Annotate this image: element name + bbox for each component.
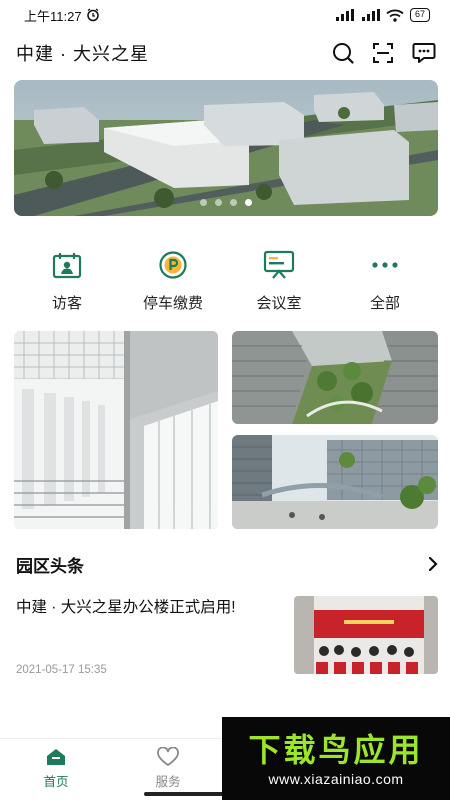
carousel-dot[interactable]	[200, 199, 207, 206]
quick-menu-parking[interactable]: 停车缴费	[120, 248, 226, 318]
status-bar: 上午11:27 67	[0, 0, 450, 30]
banner-carousel[interactable]	[14, 80, 438, 216]
news-section-title: 园区头条	[16, 556, 84, 576]
nav-service[interactable]: 服务	[112, 739, 224, 800]
scan-icon[interactable]	[372, 42, 394, 64]
quick-menu-all[interactable]: 全部	[332, 248, 438, 318]
app-header: 中建 · 大兴之星	[0, 30, 450, 76]
status-left: 上午11:27	[24, 6, 100, 25]
chevron-right-icon[interactable]	[428, 556, 438, 572]
meeting-room-icon	[262, 248, 296, 282]
status-right: 67	[335, 8, 430, 22]
news-item[interactable]: 中建 · 大兴之星办公楼正式启用! 2021-05-17 15:35	[16, 596, 438, 676]
carousel-dot-active[interactable]	[245, 199, 252, 206]
search-icon[interactable]	[332, 42, 354, 64]
visitor-icon	[50, 248, 84, 282]
signal-hd-icon	[361, 9, 380, 21]
quick-menu-label: 访客	[51, 295, 82, 312]
quick-menu-label: 会议室	[256, 295, 302, 312]
carousel-indicators	[14, 199, 438, 206]
quick-menu: 访客 停车缴费 会议室 全部	[14, 248, 438, 318]
quick-menu-label: 停车缴费	[142, 295, 203, 312]
photo-plaza[interactable]	[232, 435, 438, 529]
more-icon	[368, 248, 402, 282]
watermark: 下载鸟应用 www.xiazainiao.com	[222, 717, 450, 800]
wifi-icon	[386, 9, 404, 22]
app-title: 中建 · 大兴之星	[16, 44, 149, 64]
news-date: 2021-05-17 15:35	[16, 664, 107, 676]
carousel-dot[interactable]	[215, 199, 222, 206]
quick-menu-meeting-room[interactable]: 会议室	[226, 248, 332, 318]
battery-indicator: 67	[409, 8, 430, 22]
news-section-header[interactable]: 园区头条	[16, 548, 438, 580]
news-headline: 中建 · 大兴之星办公楼正式启用!	[16, 599, 236, 616]
news-text: 中建 · 大兴之星办公楼正式启用! 2021-05-17 15:35	[16, 596, 278, 676]
watermark-url: www.xiazainiao.com	[268, 770, 404, 787]
alarm-icon	[86, 8, 99, 22]
quick-menu-label: 全部	[369, 295, 400, 312]
photo-courtyard[interactable]	[232, 331, 438, 424]
nav-label: 服务	[155, 775, 181, 789]
home-icon	[47, 749, 65, 765]
quick-menu-visitor[interactable]: 访客	[14, 248, 120, 318]
message-icon[interactable]	[412, 42, 436, 64]
parking-icon	[156, 248, 190, 282]
nav-home[interactable]: 首页	[0, 739, 112, 800]
heart-icon	[157, 747, 179, 766]
photo-interior[interactable]	[14, 331, 218, 529]
carousel-dot[interactable]	[230, 199, 237, 206]
news-thumbnail	[294, 596, 438, 674]
status-time: 上午11:27	[24, 8, 82, 24]
signal-icon	[335, 9, 354, 21]
watermark-brand: 下载鸟应用	[248, 730, 424, 769]
header-actions	[332, 42, 436, 64]
nav-label: 首页	[43, 775, 69, 789]
banner-image	[14, 80, 438, 216]
